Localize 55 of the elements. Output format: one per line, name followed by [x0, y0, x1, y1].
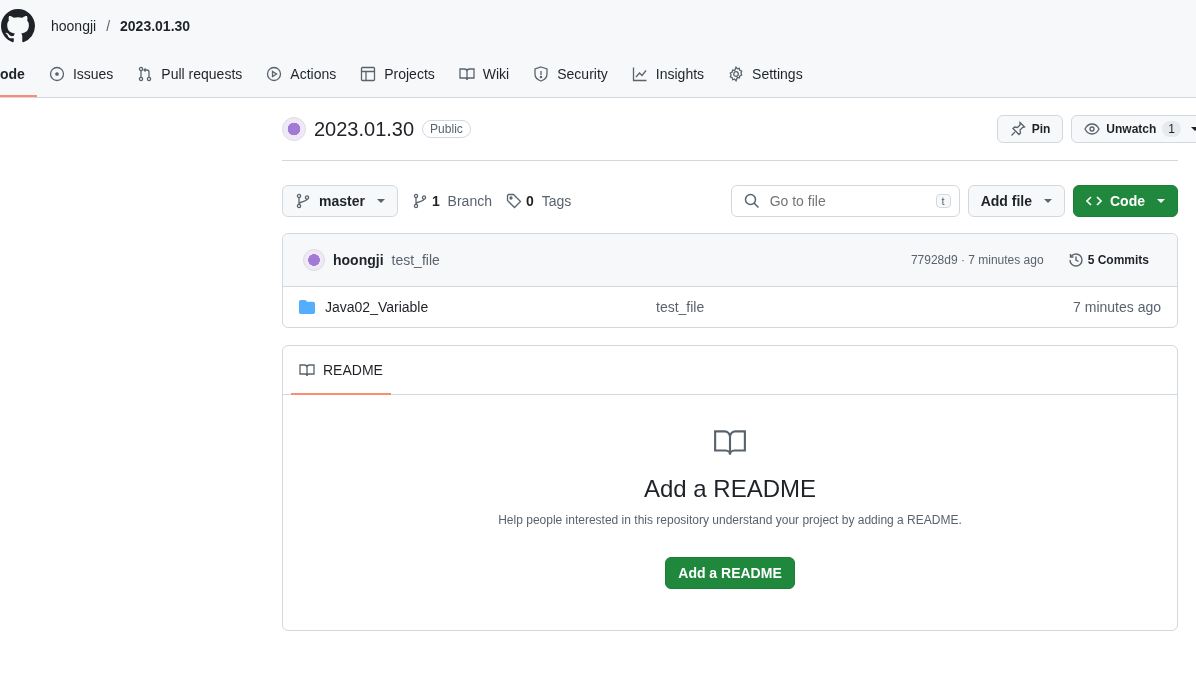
add-file-button[interactable]: Add file	[967, 185, 1065, 217]
search-field[interactable]: Go to file t	[730, 185, 960, 217]
repo-tab[interactable]: Settings	[716, 52, 815, 97]
circle-dot-icon	[48, 65, 65, 82]
settings-icon	[728, 65, 745, 82]
pull-request-icon	[137, 65, 154, 82]
repo-tab[interactable]: Pull requests	[125, 52, 255, 97]
commit-message[interactable]: test_file	[656, 299, 1074, 315]
repo-tab[interactable]: Projects	[348, 52, 447, 97]
shortcut-key: t	[935, 194, 951, 208]
avatar-icon	[303, 249, 325, 271]
repo-tab[interactable]: Actions	[254, 52, 349, 97]
pin-button[interactable]: Pin	[996, 115, 1064, 143]
graph-icon	[631, 65, 648, 82]
octocat-logo-icon[interactable]	[1, 9, 35, 43]
readme-tab[interactable]: README	[291, 346, 391, 395]
commit-author[interactable]: hoongji	[333, 252, 384, 268]
tags-link[interactable]: 0 Tags	[505, 193, 572, 209]
avatar-icon	[282, 117, 306, 141]
commit-info: 77928d9 · 7 minutes ago	[910, 253, 1044, 267]
history-icon	[1067, 252, 1084, 268]
book-icon	[458, 65, 475, 82]
repo-tab[interactable]: Insights	[619, 52, 717, 97]
search-input[interactable]: Go to file	[767, 192, 928, 210]
repo-tab[interactable]: Issues	[36, 52, 126, 97]
code-button[interactable]: Code	[1073, 185, 1178, 217]
branch-icon	[411, 193, 428, 209]
folder-icon	[299, 299, 315, 315]
eye-icon	[1084, 121, 1101, 137]
folder-link[interactable]: Java02_Variable	[325, 299, 429, 315]
commit-message[interactable]: test_file	[391, 252, 440, 268]
owner-link[interactable]: hoongji	[51, 18, 97, 34]
repo-name: 2023.01.30	[314, 117, 415, 141]
branch-select[interactable]: master	[282, 185, 398, 217]
table-icon	[360, 65, 377, 82]
watch-count: 1	[1162, 121, 1181, 137]
book-icon	[299, 361, 315, 378]
search-icon	[743, 193, 760, 209]
branches-link[interactable]: 1 Branch	[411, 193, 492, 209]
repo-tab[interactable]: Security	[521, 52, 620, 97]
add-readme-button[interactable]: Add a README	[665, 557, 795, 589]
shield-icon	[533, 65, 550, 82]
readme-description: Help people interested in this repository understand your project by adding a README.	[498, 513, 962, 527]
breadcrumb-separator: /	[106, 18, 111, 34]
commits-link[interactable]: 5 Commits	[1059, 252, 1161, 268]
play-icon	[266, 65, 283, 82]
repo-link[interactable]: 2023.01.30	[120, 18, 191, 34]
repo-tab[interactable]: ode	[0, 52, 37, 97]
repo-tab[interactable]: Wiki	[446, 52, 522, 97]
commit-time: 7 minutes ago	[1073, 299, 1161, 315]
branch-icon	[295, 193, 311, 209]
readme-heading: Add a README	[643, 475, 817, 503]
pin-icon	[1009, 121, 1026, 137]
tag-icon	[505, 193, 522, 209]
unwatch-button[interactable]: Unwatch 1	[1071, 115, 1196, 143]
